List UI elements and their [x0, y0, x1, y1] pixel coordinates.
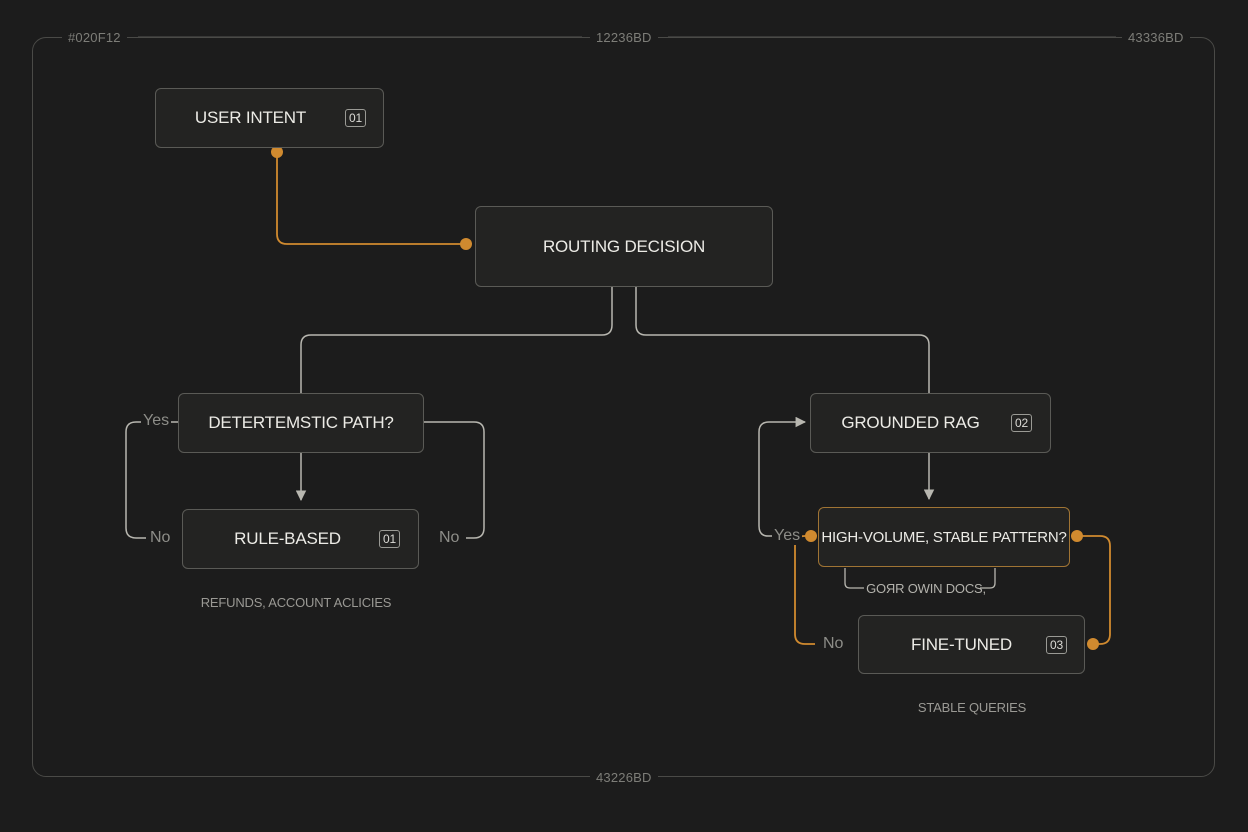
node-user-intent[interactable]: USER INTENT 01 — [155, 88, 384, 148]
edge-label-det-no-right: No — [437, 529, 462, 547]
node-high-volume-label: HIGH-VOLUME, STABLE PATTERN? — [821, 528, 1067, 546]
node-fine-tuned-badge: 03 — [1046, 635, 1067, 654]
node-user-intent-label: USER INTENT — [194, 108, 307, 127]
connector-hv-no-path — [794, 535, 815, 645]
edge-label-det-yes: Yes — [141, 412, 172, 430]
node-high-volume-stable-pattern[interactable]: HIGH-VOLUME, STABLE PATTERN? — [818, 507, 1070, 567]
node-rule-based-badge: 01 — [379, 530, 400, 548]
node-grounded-rag-badge: 02 — [1011, 414, 1032, 432]
node-deterministic-path-label: DETERTEMSTIC PATH? — [208, 413, 394, 432]
connector-det-yes-no-left — [125, 421, 178, 539]
node-user-intent-badge: 01 — [345, 109, 366, 127]
connector-det-no-right — [424, 421, 485, 539]
connector-routing-to-deterministic — [300, 287, 613, 393]
node-grounded-rag[interactable]: GROUNDED RAG 02 — [810, 393, 1051, 453]
frame-label-top-right: 43336BD — [1122, 30, 1190, 46]
caption-fine-tuned: STABLE QUERIES — [917, 700, 1027, 715]
caption-rule-based: REFUNDS, ACCOUNT ACLICIES — [200, 595, 392, 610]
caption-high-volume: GOЯR OWIN DOCS, — [866, 581, 986, 596]
connector-hv-yes-loop — [758, 416, 807, 537]
node-deterministic-path[interactable]: DETERTEMSTIC PATH? — [178, 393, 424, 453]
node-routing-decision[interactable]: ROUTING DECISION — [475, 206, 773, 287]
edge-label-hv-no: No — [821, 635, 846, 653]
connector-dot-hv-right — [1071, 530, 1083, 542]
connector-routing-to-grounded — [635, 287, 930, 393]
frame-label-top-left: #020F12 — [62, 30, 127, 46]
connector-dot-finetuned — [1087, 638, 1099, 650]
connector-dot-hv-left — [805, 530, 817, 542]
flowchart-canvas: #020F12 12236BD 43336BD 43226BD USER INT… — [0, 0, 1248, 832]
node-fine-tuned-label: FINE-TUNED — [911, 634, 1012, 654]
node-fine-tuned[interactable]: FINE-TUNED 03 — [858, 615, 1085, 674]
connector-dot-routing — [460, 238, 472, 250]
node-grounded-rag-label: GROUNDED RAG — [841, 413, 980, 432]
node-routing-decision-label: ROUTING DECISION — [542, 236, 706, 256]
node-rule-based-label: RULE-BASED — [234, 529, 341, 548]
connector-intent-to-routing — [276, 152, 466, 245]
edge-label-hv-yes: Yes — [772, 527, 803, 545]
frame-label-bottom-center: 43226BD — [590, 770, 658, 786]
edge-label-det-no-left: No — [148, 529, 173, 547]
frame-label-top-center: 12236BD — [590, 30, 658, 46]
node-rule-based[interactable]: RULE-BASED 01 — [182, 509, 419, 569]
